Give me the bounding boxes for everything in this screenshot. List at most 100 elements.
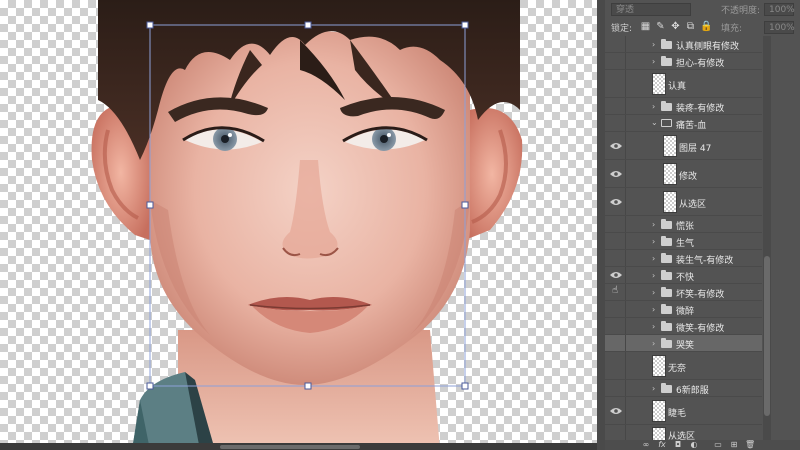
visibility-toggle[interactable] (605, 233, 626, 249)
visibility-toggle[interactable] (605, 53, 626, 69)
layer-name: 担心-有修改 (676, 59, 725, 69)
layer-thumbnail (652, 400, 666, 422)
folder-icon (661, 304, 672, 314)
document-canvas[interactable] (0, 0, 597, 450)
layer-name: 生气 (676, 239, 695, 249)
layer-row[interactable]: › 6新郎服 (605, 380, 762, 397)
chevron-right-icon[interactable]: › (652, 40, 655, 49)
lock-artboard-icon[interactable]: ⧉ (685, 21, 696, 32)
layer-row[interactable]: 从选区 (605, 188, 762, 216)
fill-value: 100% (769, 23, 795, 33)
layer-row[interactable]: › 装生气-有修改 (605, 250, 762, 267)
handle-right (461, 201, 469, 209)
layer-name: 无奈 (668, 364, 687, 374)
layer-name: 装生气-有修改 (676, 256, 734, 266)
opacity-field[interactable]: 100% (764, 3, 795, 16)
layer-row[interactable]: › 微醉 (605, 301, 762, 318)
visibility-toggle[interactable] (605, 36, 626, 52)
layer-row[interactable]: ☝ › 坏笑-有修改 (605, 284, 762, 301)
chevron-right-icon[interactable]: › (652, 384, 655, 393)
chevron-right-icon[interactable]: › (652, 254, 655, 263)
lock-paint-icon[interactable]: ✎ (655, 21, 666, 32)
fill-field[interactable]: 100% (764, 21, 795, 34)
blend-mode-select[interactable]: 穿透 (611, 3, 691, 16)
new-layer-icon[interactable]: ⊞ (729, 440, 739, 450)
layer-name: 6新郎服 (676, 386, 709, 396)
layer-name: 认真 (668, 82, 687, 92)
layer-row[interactable]: › 微笑-有修改 (605, 318, 762, 335)
chevron-right-icon[interactable]: › (652, 220, 655, 229)
lock-transparent-icon[interactable]: ▦ (640, 21, 651, 32)
visibility-toggle[interactable] (605, 98, 626, 114)
chevron-right-icon[interactable]: › (652, 288, 655, 297)
visibility-toggle[interactable] (605, 216, 626, 232)
visibility-toggle[interactable] (605, 301, 626, 317)
visibility-toggle[interactable]: ☝ (605, 284, 626, 300)
visibility-toggle[interactable] (605, 425, 626, 440)
chevron-right-icon[interactable]: › (652, 271, 655, 280)
layer-thumbnail (652, 355, 666, 377)
layers-scroll-thumb[interactable] (764, 256, 770, 416)
chevron-right-icon[interactable]: › (652, 322, 655, 331)
chevron-right-icon[interactable]: › (652, 305, 655, 314)
visibility-toggle[interactable] (605, 250, 626, 266)
visibility-toggle[interactable] (605, 318, 626, 334)
layer-row[interactable]: › 装疼-有修改 (605, 98, 762, 115)
layer-list: › 认真侧眼有修改 › 担心-有修改 认真 › 装疼-有修改 ⌄ 痛苦-血 图层… (605, 36, 762, 442)
visibility-toggle[interactable] (605, 335, 626, 351)
visibility-toggle[interactable] (605, 160, 626, 187)
layer-name: 从选区 (679, 200, 707, 210)
layer-name: 微醉 (676, 307, 695, 317)
canvas-scroll-thumb[interactable] (220, 445, 360, 449)
visibility-toggle[interactable] (605, 132, 626, 159)
layer-row[interactable]: › 认真侧眼有修改 (605, 36, 762, 53)
visibility-toggle[interactable] (605, 188, 626, 215)
visibility-toggle[interactable] (605, 380, 626, 396)
chevron-down-icon[interactable]: ⌄ (651, 118, 658, 127)
layer-row[interactable]: › 不快 (605, 267, 762, 284)
chevron-right-icon[interactable]: › (652, 237, 655, 246)
chevron-right-icon[interactable]: › (652, 339, 655, 348)
eye-icon (610, 171, 622, 177)
transform-bounding-box[interactable] (0, 0, 597, 450)
layer-row[interactable]: › 担心-有修改 (605, 53, 762, 70)
mask-icon[interactable]: ◘ (673, 440, 683, 450)
layer-row-selected[interactable]: › 哭笑 (605, 335, 762, 352)
adjustment-icon[interactable]: ◐ (689, 440, 699, 450)
fx-icon[interactable]: fx (657, 440, 667, 450)
folder-icon (661, 253, 672, 263)
handle-bottom-left (146, 382, 154, 390)
visibility-toggle[interactable] (605, 352, 626, 379)
layer-row[interactable]: 睫毛 (605, 397, 762, 425)
trash-icon[interactable]: 🗑 (745, 440, 755, 450)
chevron-right-icon[interactable]: › (652, 57, 655, 66)
layer-row[interactable]: › 慌张 (605, 216, 762, 233)
layer-thumbnail (652, 73, 666, 95)
link-icon[interactable]: ∞ (641, 440, 651, 450)
layer-row[interactable]: 无奈 (605, 352, 762, 380)
eye-icon (610, 199, 622, 205)
new-group-icon[interactable]: ▭ (713, 440, 723, 450)
folder-icon (661, 321, 672, 331)
layer-row[interactable]: ⌄ 痛苦-血 (605, 115, 762, 132)
layer-row[interactable]: 图层 47 (605, 132, 762, 160)
layers-scrollbar[interactable] (763, 36, 771, 440)
layer-thumbnail (663, 191, 677, 213)
visibility-toggle[interactable] (605, 70, 626, 97)
chevron-right-icon[interactable]: › (652, 102, 655, 111)
layer-row[interactable]: 修改 (605, 160, 762, 188)
layer-name: 哭笑 (676, 341, 695, 351)
layer-name: 不快 (676, 273, 695, 283)
visibility-toggle[interactable] (605, 115, 626, 131)
visibility-toggle[interactable] (605, 397, 626, 424)
layer-row[interactable]: › 生气 (605, 233, 762, 250)
layers-bottom-toolbar: ∞ fx ◘ ◐ ▭ ⊞ 🗑 (605, 440, 800, 450)
folder-icon (661, 338, 672, 348)
panel-gutter (597, 0, 605, 450)
layer-row[interactable]: 认真 (605, 70, 762, 98)
visibility-toggle[interactable] (605, 267, 626, 283)
layer-row[interactable]: 从选区 (605, 425, 762, 442)
lock-position-icon[interactable]: ✥ (670, 21, 681, 32)
lock-all-icon[interactable]: 🔒 (700, 21, 712, 32)
handle-bottom-right (461, 382, 469, 390)
